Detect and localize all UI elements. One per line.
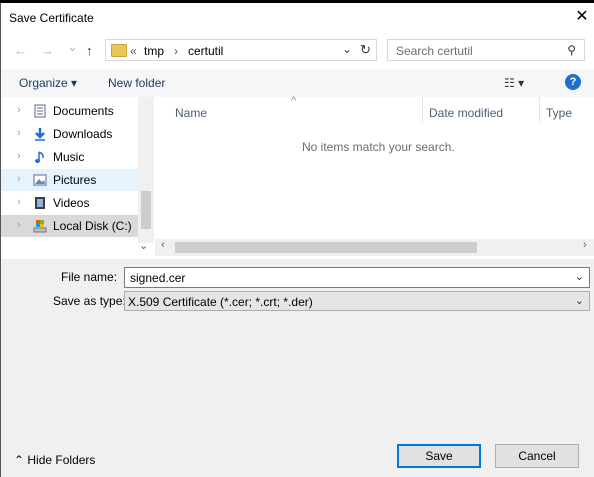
sidebar-scroll-thumb[interactable] <box>141 191 151 229</box>
chevron-down-icon[interactable]: ⌄ <box>575 270 584 283</box>
view-options-icon[interactable]: ☷ ▾ <box>504 76 524 90</box>
organize-button[interactable]: Organize ▾ <box>19 76 77 90</box>
video-icon <box>33 196 47 210</box>
back-arrow-icon[interactable]: ← <box>14 43 27 58</box>
sidebar-item-label: Music <box>53 150 85 164</box>
search-box[interactable]: Search certutil ⚲ <box>387 39 585 61</box>
sidebar-item-downloads[interactable]: › Downloads <box>1 123 138 145</box>
sidebar-item-label: Pictures <box>53 173 97 187</box>
address-dropdown-icon[interactable]: ⌄ <box>342 42 352 56</box>
picture-icon <box>33 173 47 187</box>
save-certificate-dialog: Save Certificate ✕ ← → ⌄ ↑ « tmp › certu… <box>0 3 594 477</box>
expand-chevron-icon[interactable]: › <box>17 173 21 185</box>
recent-locations-icon[interactable]: ⌄ <box>67 39 78 55</box>
file-list-horizontal-scrollbar[interactable]: ‹ › <box>155 239 594 256</box>
save-as-type-value[interactable]: X.509 Certificate (*.cer; *.crt; *.der) <box>128 295 313 309</box>
column-header-name[interactable]: Name <box>175 106 207 120</box>
expand-chevron-icon[interactable]: › <box>17 150 21 162</box>
sidebar-item-music[interactable]: › Music <box>1 146 138 168</box>
sidebar-item-label: Downloads <box>53 127 113 141</box>
window-title: Save Certificate <box>9 11 94 25</box>
search-placeholder[interactable]: Search certutil <box>396 44 473 58</box>
file-name-value[interactable]: signed.cer <box>130 271 185 285</box>
title-bar: Save Certificate ✕ <box>1 3 594 33</box>
refresh-icon[interactable]: ↻ <box>360 42 371 58</box>
scroll-right-icon[interactable]: › <box>583 239 587 251</box>
drive-icon <box>33 219 47 233</box>
horizontal-scroll-thumb[interactable] <box>175 242 477 253</box>
help-icon[interactable]: ? <box>565 74 581 90</box>
sidebar-item-label: Documents <box>53 104 114 118</box>
sidebar-item-label: Local Disk (C:) <box>53 219 132 233</box>
sidebar-item-label: Videos <box>53 196 90 210</box>
command-bar: Organize ▾ New folder ☷ ▾ ? <box>1 69 594 97</box>
close-icon[interactable]: ✕ <box>573 8 591 26</box>
sidebar-item-pictures[interactable]: › Pictures <box>1 169 138 191</box>
scroll-left-icon[interactable]: ‹ <box>161 239 165 251</box>
address-bar[interactable]: « tmp › certutil ⌄ ↻ <box>105 39 377 61</box>
scroll-down-icon[interactable]: ⌄ <box>139 239 148 252</box>
expand-chevron-icon[interactable]: › <box>17 196 21 208</box>
navigation-pane: › Documents › Downloads › Music › Pictur… <box>1 97 154 259</box>
document-icon <box>33 104 47 118</box>
up-arrow-icon[interactable]: ↑ <box>86 43 93 58</box>
save-options-panel: File name: signed.cer ⌄ Save as type: X.… <box>1 259 594 477</box>
empty-state-message: No items match your search. <box>302 140 455 154</box>
folder-icon <box>111 44 127 57</box>
column-divider[interactable] <box>539 97 540 123</box>
save-as-type-select[interactable]: X.509 Certificate (*.cer; *.crt; *.der) … <box>124 291 590 311</box>
file-name-input[interactable]: signed.cer ⌄ <box>124 267 590 288</box>
file-name-label: File name: <box>61 270 118 284</box>
expand-chevron-icon[interactable]: › <box>17 127 21 139</box>
expand-chevron-icon[interactable]: › <box>17 219 21 231</box>
sidebar-item-videos[interactable]: › Videos <box>1 192 138 214</box>
sidebar-scrollbar[interactable] <box>138 97 154 243</box>
navigation-bar: ← → ⌄ ↑ « tmp › certutil ⌄ ↻ Search cert… <box>1 33 594 69</box>
column-divider[interactable] <box>422 97 423 123</box>
expand-chevron-icon[interactable]: › <box>17 104 21 116</box>
breadcrumb-item-tmp[interactable]: tmp <box>144 44 164 58</box>
file-list: Name ^ Date modified Type No items match… <box>155 95 594 259</box>
save-button[interactable]: Save <box>397 444 481 468</box>
cancel-button[interactable]: Cancel <box>495 444 579 468</box>
column-header-type[interactable]: Type <box>546 106 572 120</box>
breadcrumb-item-certutil[interactable]: certutil <box>188 44 223 58</box>
hide-folders-button[interactable]: ⌃ Hide Folders <box>14 453 95 467</box>
save-as-type-label: Save as type: <box>53 294 126 308</box>
sidebar-item-local-disk[interactable]: › Local Disk (C:) <box>1 215 138 237</box>
music-icon <box>33 150 47 164</box>
download-icon <box>33 127 47 141</box>
search-icon[interactable]: ⚲ <box>567 43 576 57</box>
chevron-down-icon[interactable]: ⌄ <box>575 294 584 307</box>
sort-ascending-icon: ^ <box>291 95 297 107</box>
breadcrumb-overflow[interactable]: « <box>130 44 137 58</box>
column-header-date-modified[interactable]: Date modified <box>429 106 503 120</box>
breadcrumb-separator[interactable]: › <box>174 44 178 58</box>
sidebar-item-documents[interactable]: › Documents <box>1 100 138 122</box>
new-folder-button[interactable]: New folder <box>108 76 165 90</box>
forward-arrow-icon[interactable]: → <box>41 43 54 58</box>
